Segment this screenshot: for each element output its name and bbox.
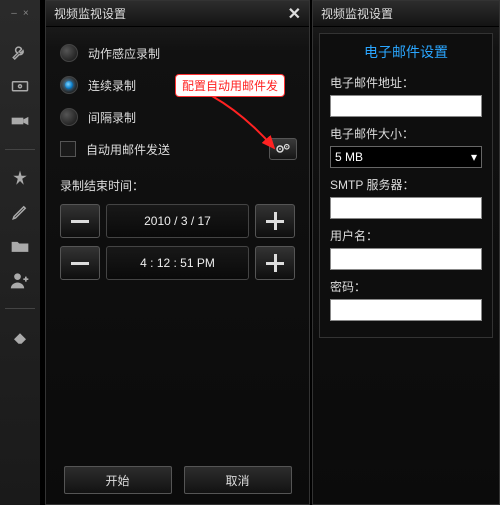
- panel-header: 视频监视设置 ✕: [46, 1, 309, 27]
- start-button[interactable]: 开始: [64, 466, 172, 494]
- email-address-input[interactable]: [330, 95, 482, 117]
- increment-button[interactable]: [255, 204, 295, 238]
- divider: [5, 149, 35, 150]
- panel-footer: 开始 取消: [46, 466, 309, 494]
- cancel-button[interactable]: 取消: [184, 466, 292, 494]
- folder-icon[interactable]: [8, 236, 32, 256]
- date-stepper: 2010 / 3 / 17: [46, 200, 309, 242]
- display-icon[interactable]: [8, 77, 32, 97]
- pencil-icon[interactable]: [8, 202, 32, 222]
- field-label: 电子邮件大小：: [330, 125, 482, 142]
- end-time-label: 录制结束时间：: [46, 171, 309, 200]
- checkbox-icon[interactable]: [60, 141, 76, 157]
- option-label: 动作感应录制: [88, 45, 160, 62]
- chevron-down-icon: ▾: [471, 150, 477, 164]
- toolbar-sidebar: – ×: [0, 0, 40, 505]
- decrement-button[interactable]: [60, 204, 100, 238]
- add-user-icon[interactable]: [8, 270, 32, 290]
- annotation-arrow-icon: [200, 92, 290, 162]
- effects-icon[interactable]: [8, 168, 32, 188]
- field-smtp: SMTP 服务器：: [320, 174, 492, 225]
- panel-title: 视频监视设置: [54, 5, 126, 22]
- email-settings-box: 电子邮件设置 电子邮件地址： 电子邮件大小： 5 MB ▾ SMTP 服务器： …: [319, 33, 493, 338]
- email-size-select[interactable]: 5 MB ▾: [330, 146, 482, 168]
- field-label: 电子邮件地址：: [330, 74, 482, 91]
- radio-icon[interactable]: [60, 44, 78, 62]
- time-stepper: 4 : 12 : 51 PM: [46, 242, 309, 284]
- close-button[interactable]: ×: [23, 8, 29, 19]
- increment-button[interactable]: [255, 246, 295, 280]
- window-controls: – ×: [11, 8, 28, 19]
- decrement-button[interactable]: [60, 246, 100, 280]
- field-password: 密码：: [320, 276, 492, 327]
- field-label: SMTP 服务器：: [330, 176, 482, 193]
- username-input[interactable]: [330, 248, 482, 270]
- option-label: 自动用邮件发送: [86, 141, 170, 158]
- select-value: 5 MB: [335, 150, 363, 164]
- option-motion[interactable]: 动作感应录制: [60, 37, 295, 69]
- field-email-size: 电子邮件大小： 5 MB ▾: [320, 123, 492, 174]
- divider: [5, 308, 35, 309]
- field-email-address: 电子邮件地址：: [320, 72, 492, 123]
- option-label: 连续录制: [88, 77, 136, 94]
- email-settings-panel: 视频监视设置 电子邮件设置 电子邮件地址： 电子邮件大小： 5 MB ▾ SMT…: [312, 0, 500, 505]
- panel-title: 视频监视设置: [321, 5, 393, 22]
- date-field[interactable]: 2010 / 3 / 17: [106, 204, 249, 238]
- option-label: 间隔录制: [88, 109, 136, 126]
- time-field[interactable]: 4 : 12 : 51 PM: [106, 246, 249, 280]
- radio-icon[interactable]: [60, 108, 78, 126]
- email-settings-title: 电子邮件设置: [320, 34, 492, 72]
- camera-icon[interactable]: [8, 111, 32, 131]
- field-username: 用户名：: [320, 225, 492, 276]
- close-icon[interactable]: ✕: [288, 4, 301, 24]
- radio-icon[interactable]: [60, 76, 78, 94]
- smtp-input[interactable]: [330, 197, 482, 219]
- password-input[interactable]: [330, 299, 482, 321]
- field-label: 用户名：: [330, 227, 482, 244]
- minimize-button[interactable]: –: [11, 8, 17, 19]
- panel-header: 视频监视设置: [313, 1, 499, 27]
- field-label: 密码：: [330, 278, 482, 295]
- eraser-icon[interactable]: [8, 327, 32, 347]
- wrench-icon[interactable]: [8, 43, 32, 63]
- annotation-callout: 配置自动用邮件发: [175, 74, 285, 97]
